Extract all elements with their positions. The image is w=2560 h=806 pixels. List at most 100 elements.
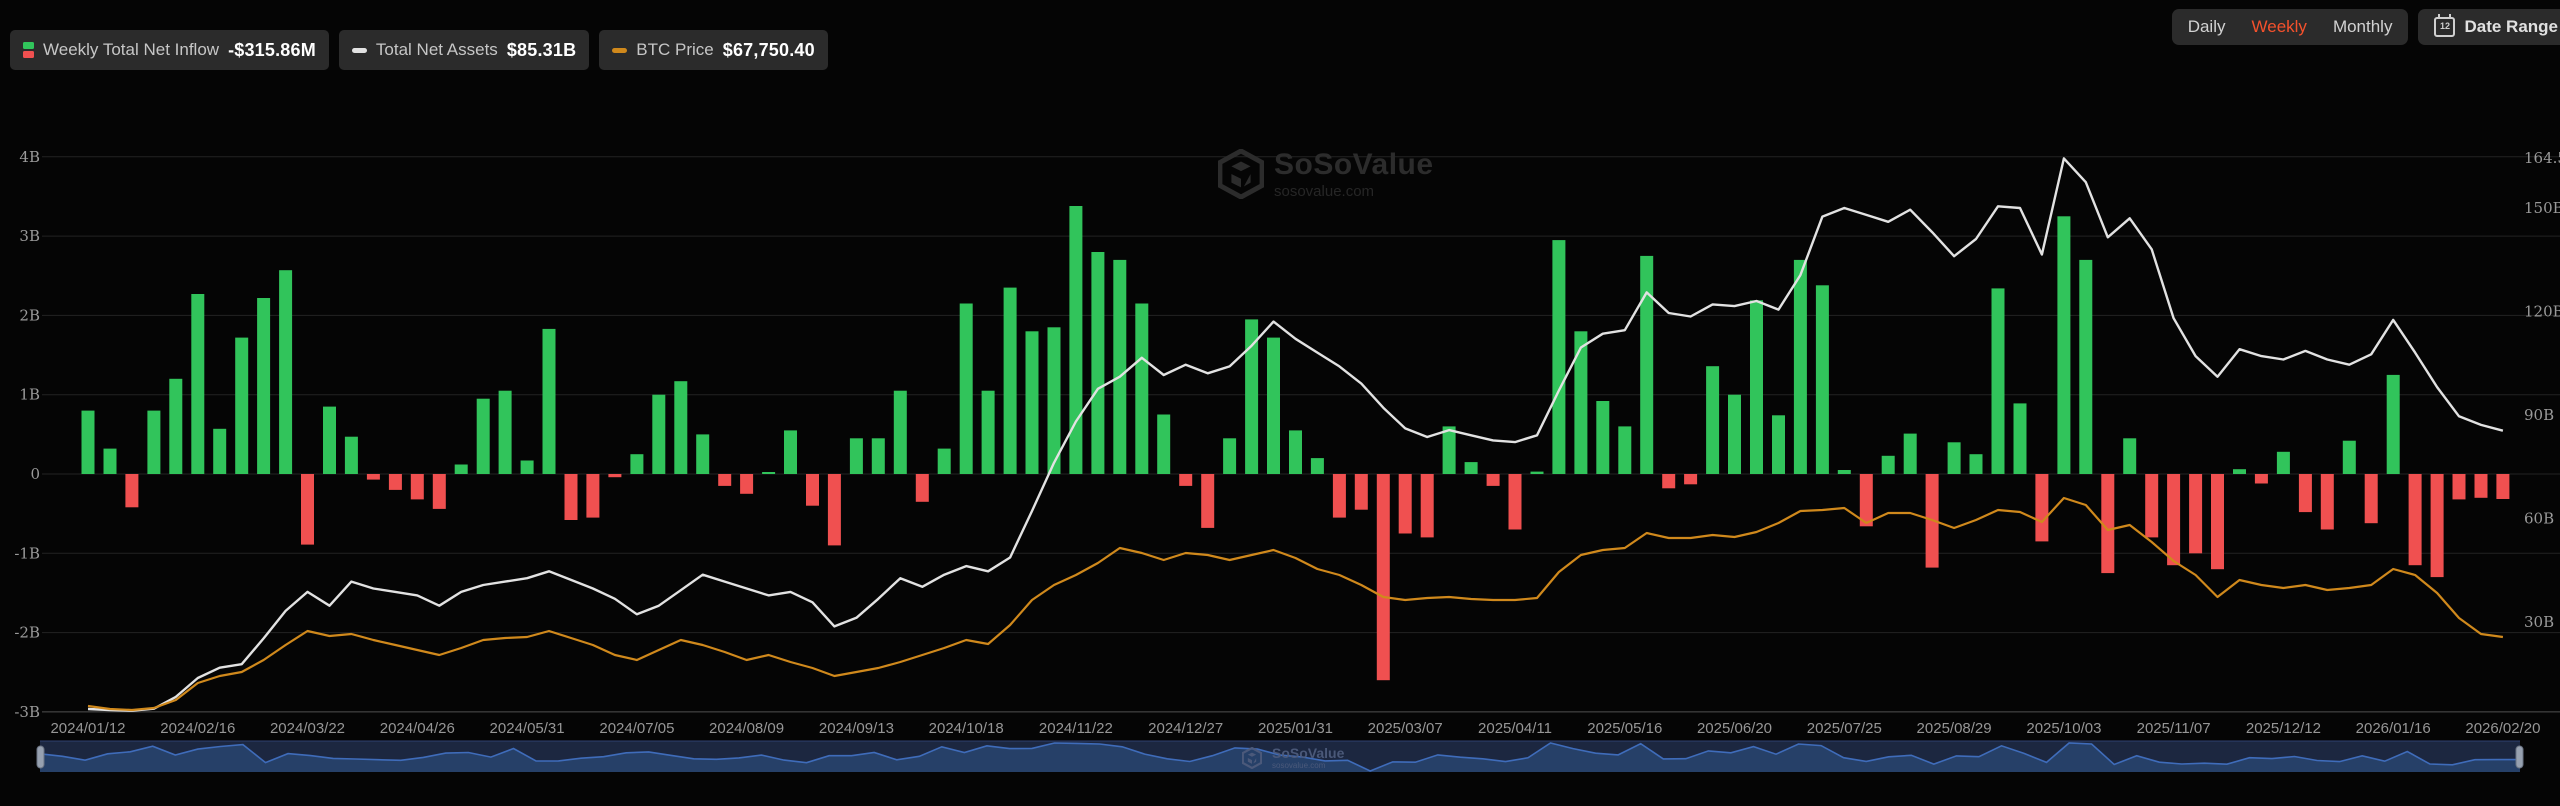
inflow-bar[interactable] [235,338,248,474]
inflow-bar[interactable] [1531,472,1544,474]
inflow-bar[interactable] [169,379,182,474]
inflow-bar[interactable] [1574,331,1587,474]
inflow-bar[interactable] [1728,395,1741,474]
inflow-bar[interactable] [674,381,687,474]
inflow-bar[interactable] [1311,458,1324,474]
inflow-bar[interactable] [1662,474,1675,488]
inflow-bar[interactable] [2321,474,2334,530]
inflow-bar[interactable] [1004,288,1017,474]
inflow-bar[interactable] [499,391,512,474]
inflow-bar[interactable] [960,304,973,475]
inflow-bar[interactable] [477,399,490,474]
inflow-bar[interactable] [630,454,643,474]
inflow-bar[interactable] [1706,366,1719,474]
inflow-bar[interactable] [2145,474,2158,537]
inflow-bar[interactable] [1772,415,1785,474]
inflow-bar[interactable] [2233,469,2246,474]
inflow-bar[interactable] [1069,206,1082,474]
inflow-bar[interactable] [2409,474,2422,565]
navigator[interactable] [37,741,2523,772]
inflow-bar[interactable] [1509,474,1522,530]
tab-weekly[interactable]: Weekly [2252,17,2307,37]
inflow-bar[interactable] [1487,474,1500,486]
inflow-bar[interactable] [894,391,907,474]
inflow-bar[interactable] [740,474,753,494]
etf-flow-chart[interactable]: 4B3B2B1B0-1B-2B-3B164.51B150B120B90B60B3… [0,0,2560,806]
inflow-bar[interactable] [2475,474,2488,498]
inflow-bar[interactable] [1860,474,1873,526]
inflow-bar[interactable] [2343,441,2356,474]
inflow-bar[interactable] [762,472,775,474]
inflow-bar[interactable] [1640,256,1653,474]
inflow-bar[interactable] [1421,474,1434,537]
inflow-bar[interactable] [1289,430,1302,474]
inflow-bar[interactable] [1684,474,1697,484]
inflow-bar[interactable] [2431,474,2444,577]
inflow-bar[interactable] [1618,426,1631,474]
inflow-bar[interactable] [1377,474,1390,680]
inflow-bar[interactable] [543,329,556,474]
inflow-bar[interactable] [2453,474,2466,499]
inflow-bar[interactable] [125,474,138,507]
inflow-bar[interactable] [1443,426,1456,474]
inflow-bar[interactable] [2211,474,2224,569]
inflow-bar[interactable] [191,294,204,474]
inflow-bar[interactable] [1113,260,1126,474]
navigator-handle-left[interactable] [37,746,44,768]
inflow-bar[interactable] [1399,474,1412,534]
inflow-bar[interactable] [652,395,665,474]
inflow-bar[interactable] [2277,452,2290,474]
inflow-bar[interactable] [147,411,160,474]
inflow-bar[interactable] [1091,252,1104,474]
inflow-bar[interactable] [2365,474,2378,523]
inflow-bar[interactable] [521,461,534,475]
inflow-bar[interactable] [1882,456,1895,474]
inflow-bar[interactable] [2387,375,2400,474]
inflow-bar[interactable] [806,474,819,506]
date-range-button[interactable]: 12 Date Range [2418,9,2560,45]
navigator-handle-right[interactable] [2516,746,2523,768]
tab-monthly[interactable]: Monthly [2333,17,2393,37]
tab-daily[interactable]: Daily [2188,17,2226,37]
inflow-bar[interactable] [1794,260,1807,474]
inflow-bar[interactable] [1201,474,1214,528]
inflow-bar[interactable] [1596,401,1609,474]
inflow-bar[interactable] [2035,474,2048,541]
inflow-bar[interactable] [2079,260,2092,474]
inflow-bar[interactable] [1333,474,1346,518]
legend-weekly-net-inflow[interactable]: Weekly Total Net Inflow -$315.86M [10,30,329,70]
inflow-bar[interactable] [411,474,424,499]
inflow-bar[interactable] [1026,331,1039,474]
inflow-bar[interactable] [828,474,841,545]
inflow-bar[interactable] [1838,470,1851,474]
inflow-bar[interactable] [850,438,863,474]
inflow-bar[interactable] [213,429,226,474]
inflow-bar[interactable] [718,474,731,486]
btc-price-line[interactable] [88,498,2503,710]
inflow-bar[interactable] [455,465,468,475]
legend-btc-price[interactable]: BTC Price $67,750.40 [599,30,828,70]
inflow-bar[interactable] [1992,288,2005,474]
inflow-bar[interactable] [1179,474,1192,486]
inflow-bar[interactable] [104,449,117,474]
inflow-bar[interactable] [1355,474,1368,510]
inflow-bar[interactable] [1970,454,1983,474]
inflow-bar[interactable] [2496,474,2509,499]
inflow-bar[interactable] [2123,438,2136,474]
inflow-bar[interactable] [1816,285,1829,474]
inflow-bar[interactable] [1948,442,1961,474]
inflow-bar[interactable] [1157,415,1170,475]
inflow-bar[interactable] [2189,474,2202,553]
legend-total-net-assets[interactable]: Total Net Assets $85.31B [339,30,589,70]
inflow-bar[interactable] [2014,403,2027,474]
inflow-bar[interactable] [938,449,951,474]
inflow-bar[interactable] [1904,434,1917,474]
inflow-bar[interactable] [367,474,380,480]
inflow-bar[interactable] [916,474,929,502]
inflow-bar[interactable] [872,438,885,474]
inflow-bar[interactable] [586,474,599,518]
inflow-bar[interactable] [257,298,270,474]
inflow-bar[interactable] [1135,304,1148,475]
inflow-bar[interactable] [82,411,95,474]
inflow-bar[interactable] [696,434,709,474]
